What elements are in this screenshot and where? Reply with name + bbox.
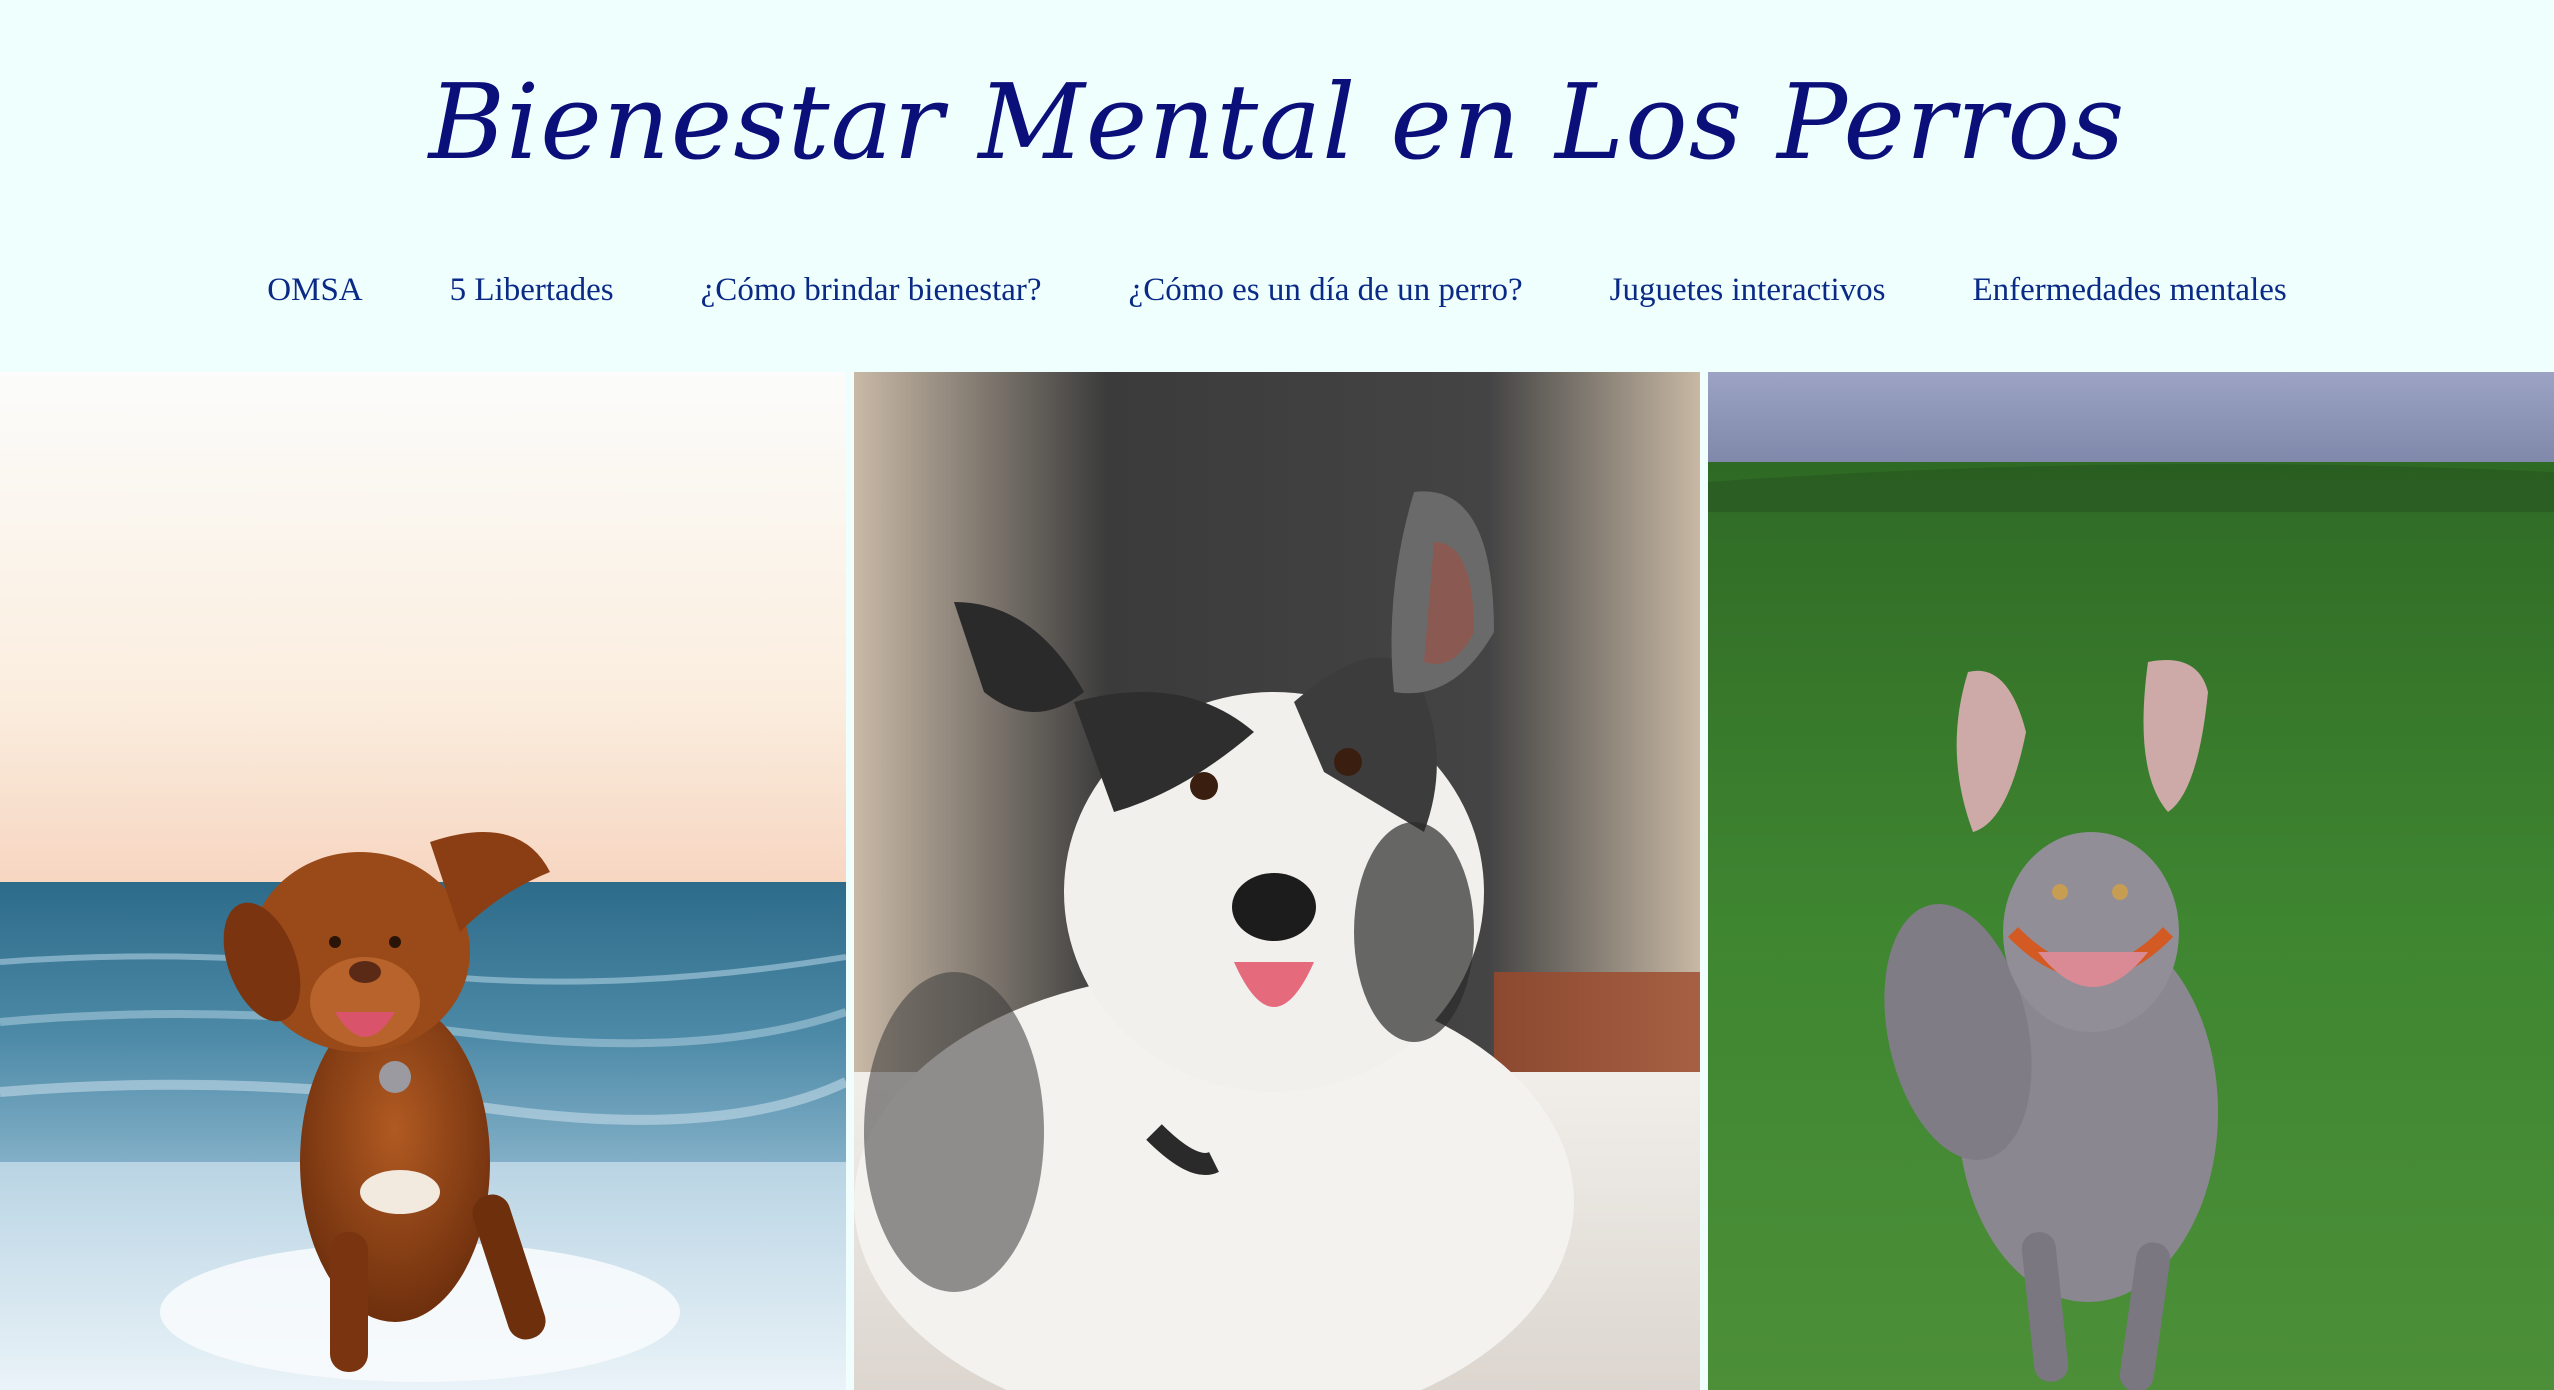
nav-link-enfermedades-mentales[interactable]: Enfermedades mentales [1972,262,2286,318]
photo-dog-weimaraner [1708,372,2554,1390]
site-title: Bienestar Mental en Los Perros [428,61,2126,183]
nav-link-dia-de-un-perro[interactable]: ¿Cómo es un día de un perro? [1129,262,1523,318]
main-nav: OMSA 5 Libertades ¿Cómo brindar bienesta… [0,262,2554,318]
nav-link-omsa[interactable]: OMSA [267,262,362,318]
photo-dog-beach [0,372,846,1390]
nav-link-como-brindar-bienestar[interactable]: ¿Cómo brindar bienestar? [701,262,1042,318]
nav-link-juguetes-interactivos[interactable]: Juguetes interactivos [1610,262,1886,318]
photo-gallery [0,372,2554,1390]
nav-link-5-libertades[interactable]: 5 Libertades [450,262,614,318]
site-header: Bienestar Mental en Los Perros OMSA 5 Li… [0,0,2554,372]
page: Bienestar Mental en Los Perros OMSA 5 Li… [0,0,2554,1390]
photo-dog-border-collie [854,372,1700,1390]
